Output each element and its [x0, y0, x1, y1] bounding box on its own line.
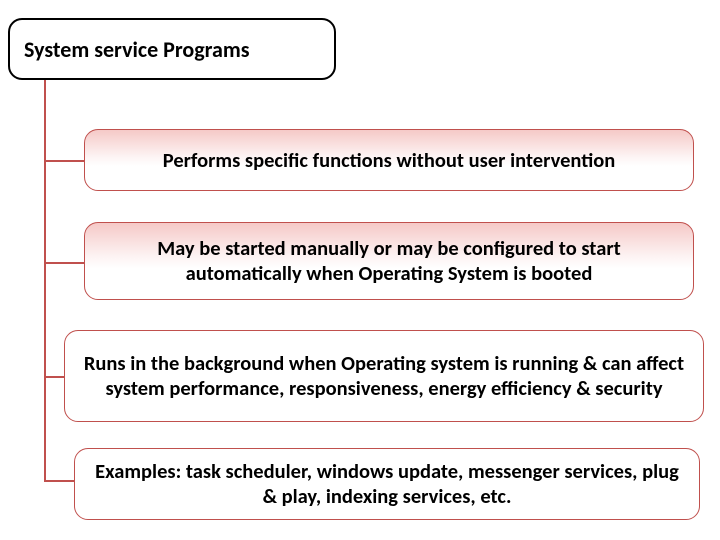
- item-node-1: Performs specific functions without user…: [84, 129, 694, 191]
- item-node-2: May be started manually or may be config…: [84, 222, 694, 300]
- header-node: System service Programs: [8, 18, 336, 80]
- branch-line: [44, 160, 84, 162]
- tree-trunk-line: [44, 80, 46, 480]
- branch-line: [44, 262, 84, 264]
- item-node-4: Examples: task scheduler, windows update…: [74, 448, 700, 520]
- item-text: Performs specific functions without user…: [163, 148, 616, 173]
- item-text: Runs in the background when Operating sy…: [83, 351, 685, 400]
- item-text: May be started manually or may be config…: [103, 236, 675, 285]
- item-text: Examples: task scheduler, windows update…: [93, 459, 681, 508]
- item-node-3: Runs in the background when Operating sy…: [64, 330, 704, 422]
- header-title: System service Programs: [24, 36, 250, 63]
- branch-line: [44, 480, 74, 482]
- branch-line: [44, 376, 64, 378]
